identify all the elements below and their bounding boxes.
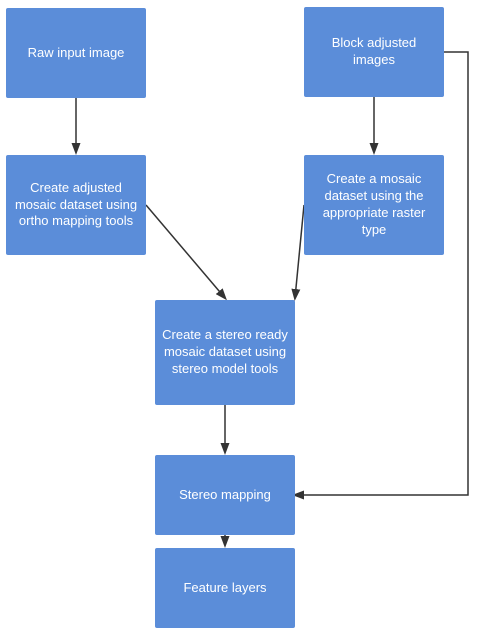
feature-layers-box: Feature layers — [155, 548, 295, 628]
block-adjusted-box: Block adjusted images — [304, 7, 444, 97]
create-mosaic-raster-box: Create a mosaic dataset using the approp… — [304, 155, 444, 255]
create-adjusted-mosaic-box: Create adjusted mosaic dataset using ort… — [6, 155, 146, 255]
workflow-diagram: Raw input image Block adjusted images Cr… — [0, 0, 500, 640]
raw-input-box: Raw input image — [6, 8, 146, 98]
stereo-ready-mosaic-box: Create a stereo ready mosaic dataset usi… — [155, 300, 295, 405]
stereo-mapping-box: Stereo mapping — [155, 455, 295, 535]
